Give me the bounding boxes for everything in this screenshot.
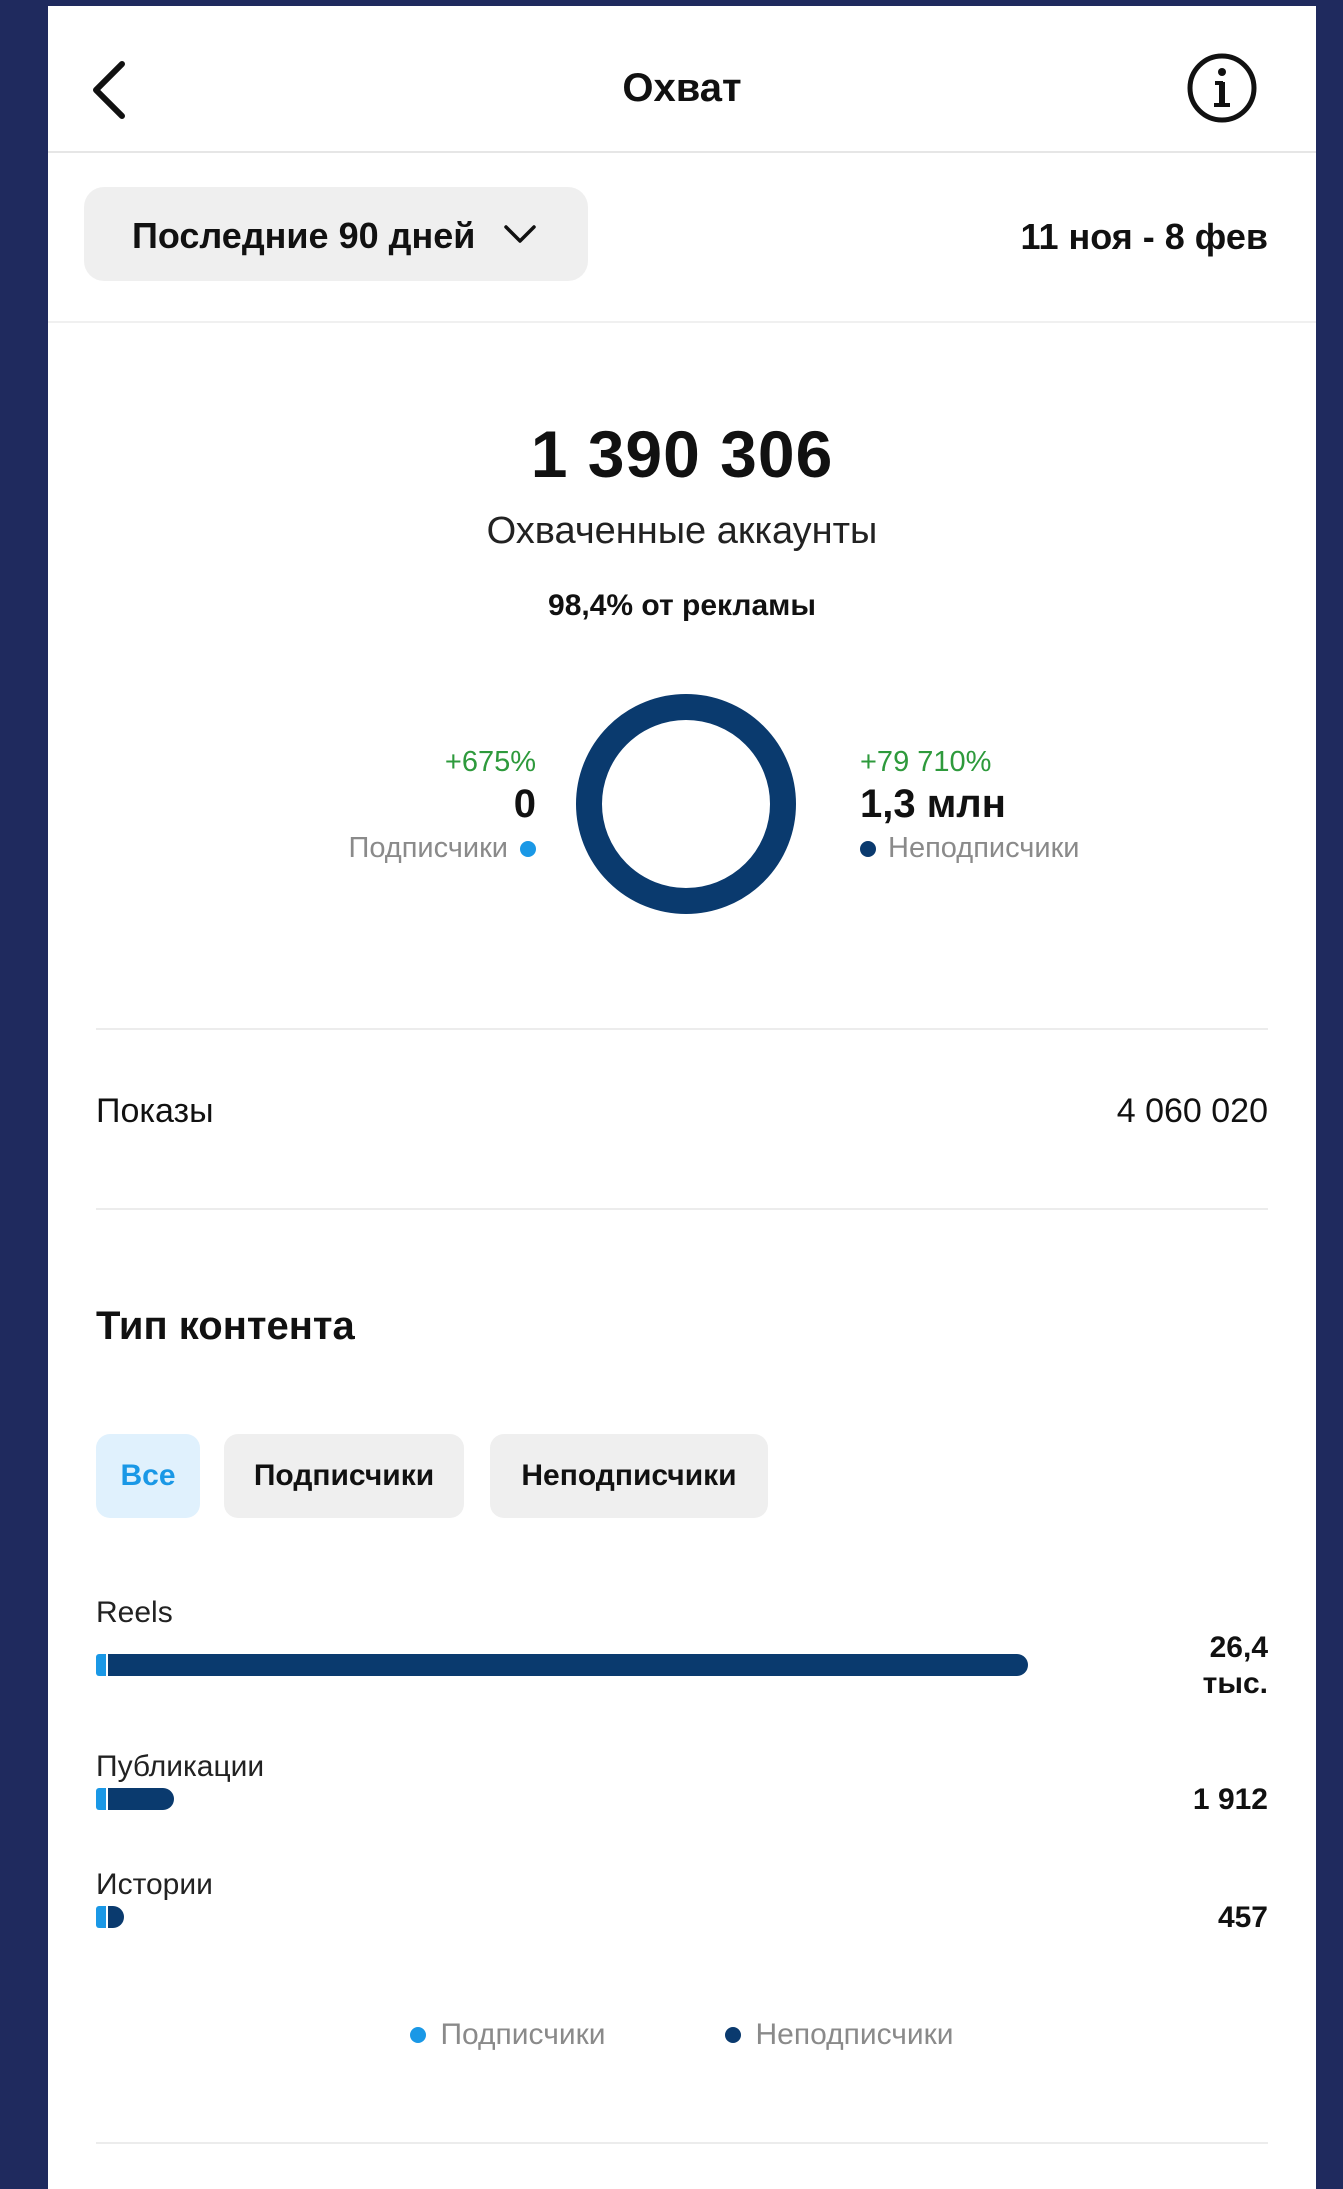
- reels-value: 26,4 тыс.: [1203, 1630, 1268, 1702]
- reach-donut-chart: [576, 694, 796, 914]
- reels-value-number: 26,4: [1209, 1631, 1268, 1664]
- non-followers-change: +79 710%: [860, 746, 992, 778]
- reels-bar-followers: [96, 1654, 106, 1676]
- page-title: Охват: [622, 66, 742, 110]
- impressions-label: Показы: [96, 1092, 214, 1130]
- non-followers-value: 1,3 млн: [860, 782, 1006, 826]
- non-followers-legend: Неподписчики: [860, 832, 1079, 865]
- top-bar: Охват: [48, 6, 1316, 153]
- followers-dot-icon: [520, 840, 536, 857]
- accounts-reached-label: Охваченные аккаунты: [486, 510, 878, 552]
- posts-label: Публикации: [96, 1750, 265, 1783]
- divider: [48, 321, 1316, 323]
- impressions-value: 4 060 020: [1116, 1092, 1268, 1130]
- reels-label: Reels: [96, 1596, 173, 1629]
- date-range-dropdown[interactable]: Последние 90 дней: [84, 187, 588, 281]
- tab-non-followers[interactable]: Неподписчики: [490, 1434, 768, 1518]
- followers-value: 0: [513, 782, 536, 826]
- tab-followers[interactable]: Подписчики: [224, 1434, 464, 1518]
- info-icon[interactable]: [1184, 50, 1260, 126]
- followers-change: +675%: [444, 746, 536, 778]
- divider: [96, 2142, 1268, 2144]
- stories-bar-non-followers: [108, 1906, 124, 1928]
- legend-non-followers: Неподписчики: [725, 2018, 954, 2052]
- chevron-down-icon: [502, 219, 538, 249]
- accounts-reached-count: 1 390 306: [530, 417, 834, 491]
- screen: Охват Последние 90 дней 11 ноя - 8 фев 1…: [48, 6, 1316, 2189]
- content-type-title: Тип контента: [96, 1304, 355, 1348]
- reels-value-unit: тыс.: [1202, 1667, 1268, 1700]
- reels-bar-non-followers: [108, 1654, 1028, 1676]
- posts-bar-followers: [96, 1788, 106, 1810]
- posts-value: 1 912: [1192, 1783, 1268, 1816]
- followers-legend: Подписчики: [348, 832, 536, 865]
- non-followers-dot-icon: [725, 2027, 742, 2043]
- divider: [96, 1208, 1268, 1210]
- divider: [96, 1028, 1268, 1030]
- legend-followers-label: Подписчики: [440, 2018, 606, 2051]
- stories-bar-followers: [96, 1906, 106, 1928]
- stories-value: 457: [1217, 1901, 1268, 1934]
- reels-bar: [96, 1654, 1028, 1676]
- date-range-dropdown-label: Последние 90 дней: [132, 215, 476, 256]
- posts-bar-non-followers: [108, 1788, 174, 1810]
- chart-legend: Подписчики Неподписчики: [48, 2018, 1316, 2052]
- stories-bar: [96, 1906, 1028, 1928]
- donut-segment-non-followers: [576, 694, 796, 914]
- followers-label: Подписчики: [348, 832, 508, 864]
- non-followers-label: Неподписчики: [888, 832, 1080, 864]
- date-range-text: 11 ноя - 8 фев: [1020, 216, 1268, 257]
- non-followers-dot-icon: [860, 840, 876, 857]
- legend-non-followers-label: Неподписчики: [755, 2018, 954, 2051]
- stories-label: Истории: [96, 1868, 213, 1901]
- posts-bar: [96, 1788, 1028, 1810]
- legend-followers: Подписчики: [410, 2018, 605, 2052]
- ads-share: 98,4% от рекламы: [548, 589, 816, 622]
- followers-dot-icon: [410, 2027, 427, 2043]
- tab-all[interactable]: Все: [96, 1434, 200, 1518]
